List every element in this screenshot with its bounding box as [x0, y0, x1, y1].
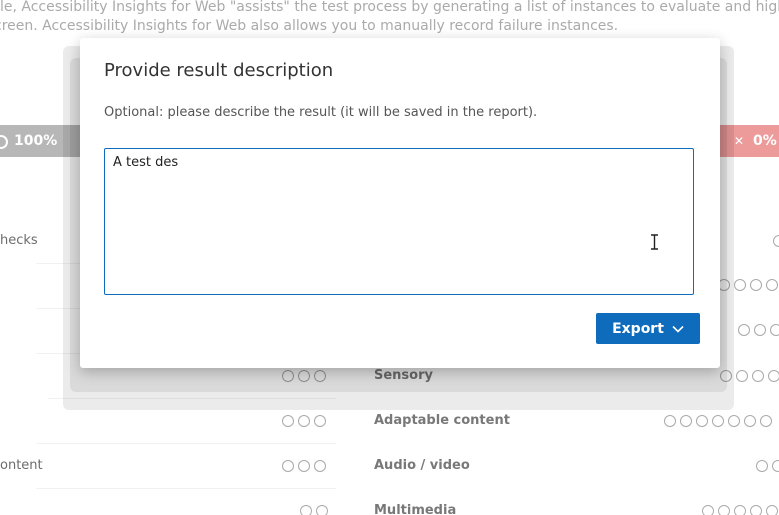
result-description-textarea[interactable] — [104, 148, 694, 295]
text-cursor-icon — [651, 234, 658, 250]
result-description-dialog: Provide result description Optional: ple… — [80, 38, 720, 368]
dialog-description: Optional: please describe the result (it… — [104, 105, 538, 120]
export-button[interactable]: Export — [596, 313, 700, 344]
export-button-label: Export — [612, 320, 664, 337]
chevron-down-icon — [672, 325, 684, 333]
dialog-title: Provide result description — [104, 60, 334, 81]
